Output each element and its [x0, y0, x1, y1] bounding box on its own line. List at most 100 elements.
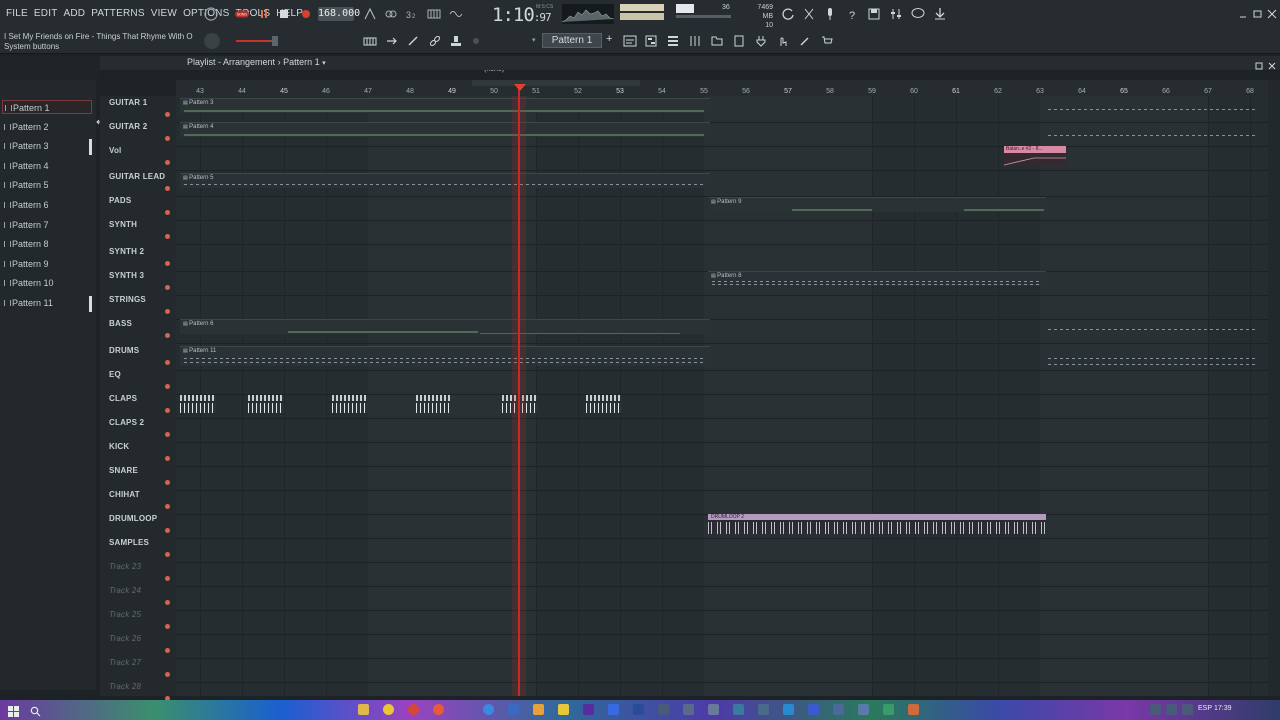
track-name[interactable]: DRUMLOOP	[109, 514, 157, 523]
track-mute-button[interactable]	[165, 624, 170, 629]
drums-tail-notes-2[interactable]	[1048, 364, 1258, 365]
microphone-icon[interactable]	[822, 6, 838, 22]
clipboard-icon[interactable]	[731, 33, 747, 49]
store-icon[interactable]	[508, 704, 519, 715]
chat-icon[interactable]	[910, 6, 926, 22]
picker-pattern-2[interactable]: Pattern 2	[2, 120, 92, 134]
guitar1-tail-notes[interactable]	[1048, 109, 1258, 110]
file-explorer-icon[interactable]	[358, 704, 369, 715]
bar-number[interactable]: 55	[700, 88, 708, 95]
track-name[interactable]: Track 26	[109, 634, 141, 643]
playhead-marker-icon[interactable]	[514, 84, 526, 91]
app-icon-11[interactable]	[633, 704, 644, 715]
clip-drums[interactable]: Pattern 11	[180, 346, 710, 366]
track-mute-button[interactable]	[165, 408, 170, 413]
pattern-selector[interactable]: Pattern 1	[542, 33, 602, 48]
pause-icon[interactable]	[256, 6, 272, 22]
track-mute-button[interactable]	[165, 234, 170, 239]
breadcrumb-dropdown-icon[interactable]: ▾	[322, 60, 326, 67]
link-icon[interactable]	[427, 33, 443, 49]
bar-number[interactable]: 47	[364, 88, 372, 95]
bar-number[interactable]: 58	[826, 88, 834, 95]
track-name[interactable]: Track 28	[109, 682, 141, 691]
app-icon-17[interactable]	[783, 704, 794, 715]
playlist-icon[interactable]	[622, 33, 638, 49]
cart-icon[interactable]	[819, 33, 835, 49]
picker-pattern-1[interactable]: Pattern 1	[2, 100, 92, 114]
menu-view[interactable]: VIEW	[151, 8, 177, 19]
edge-icon[interactable]	[483, 704, 494, 715]
track-name[interactable]: STRINGS	[109, 295, 146, 304]
track-mute-button[interactable]	[165, 504, 170, 509]
track-name[interactable]: PADS	[109, 196, 131, 205]
clip-guitar2[interactable]: Pattern 4	[180, 122, 710, 137]
stamp-icon[interactable]	[448, 33, 464, 49]
help-icon[interactable]: ?	[844, 6, 860, 22]
pencil-icon[interactable]	[405, 33, 421, 49]
chrome-icon[interactable]	[383, 704, 394, 715]
track-name[interactable]: SNARE	[109, 466, 138, 475]
track-name[interactable]: DRUMS	[109, 346, 139, 355]
track-name[interactable]: SYNTH 2	[109, 247, 144, 256]
track-mute-button[interactable]	[165, 480, 170, 485]
bar-number[interactable]: 57	[784, 88, 792, 95]
playlist-grid[interactable]: Pattern 3 Pattern 4 Balan..e #2 - 8... P…	[176, 96, 1268, 696]
app-icon-21[interactable]	[883, 704, 894, 715]
playhead[interactable]	[518, 86, 520, 696]
drums-tail-notes[interactable]	[1048, 358, 1258, 359]
tray-icon-1[interactable]	[1150, 704, 1161, 715]
automation-clip[interactable]: Balan..e #2 - 8...	[1004, 146, 1066, 166]
track-name[interactable]: SAMPLES	[109, 538, 149, 547]
browser-icon[interactable]	[709, 33, 725, 49]
bar-number[interactable]: 49	[448, 88, 456, 95]
app-icon-10[interactable]	[608, 704, 619, 715]
track-mute-button[interactable]	[165, 160, 170, 165]
track-mute-button[interactable]	[165, 552, 170, 557]
clip-guitar-lead[interactable]: Pattern 5	[180, 173, 710, 188]
stop-icon[interactable]	[276, 6, 292, 22]
app-icon-14[interactable]	[708, 704, 719, 715]
track-mute-button[interactable]	[165, 456, 170, 461]
picker-pattern-9[interactable]: Pattern 9	[2, 257, 92, 271]
track-name[interactable]: CLAPS	[109, 394, 137, 403]
bar-number[interactable]: 44	[238, 88, 246, 95]
clip-pads[interactable]: Pattern 9	[708, 197, 1046, 212]
wand-icon[interactable]	[797, 33, 813, 49]
menu-add[interactable]: ADD	[64, 8, 86, 19]
language-indicator[interactable]: ESP	[1198, 705, 1212, 712]
snap-circle-icon[interactable]	[468, 33, 484, 49]
piano-roll-icon[interactable]	[643, 33, 659, 49]
song-mode-button[interactable]: SONG	[232, 6, 252, 22]
app-icon-13[interactable]	[683, 704, 694, 715]
track-mute-button[interactable]	[165, 285, 170, 290]
track-name[interactable]: SYNTH 3	[109, 271, 144, 280]
clip-guitar1[interactable]: Pattern 3	[180, 98, 710, 113]
track-name[interactable]: Track 25	[109, 610, 141, 619]
step-edit-icon[interactable]	[426, 6, 442, 22]
bar-number[interactable]: 67	[1204, 88, 1212, 95]
bar-number[interactable]: 56	[742, 88, 750, 95]
app-icon-16[interactable]	[758, 704, 769, 715]
tempo-display[interactable]: 168.000	[318, 7, 360, 21]
menu-file[interactable]: FILE	[6, 8, 28, 19]
plugin-icon[interactable]	[753, 33, 769, 49]
app-icon-15[interactable]	[733, 704, 744, 715]
playlist-vertical-scrollbar[interactable]	[1268, 80, 1280, 696]
app-icon-19[interactable]	[833, 704, 844, 715]
app-icon-18[interactable]	[808, 704, 819, 715]
track-mute-button[interactable]	[165, 432, 170, 437]
download-icon[interactable]	[932, 6, 948, 22]
track-name[interactable]: GUITAR 1	[109, 98, 147, 107]
fl-studio-icon[interactable]	[533, 704, 544, 715]
countdown-icon[interactable]: 32	[404, 6, 420, 22]
picker-pattern-6[interactable]: Pattern 6	[2, 198, 92, 212]
bar-number[interactable]: 63	[1036, 88, 1044, 95]
bar-number[interactable]: 50	[490, 88, 498, 95]
menu-patterns[interactable]: PATTERNS	[91, 8, 144, 19]
bass-tail-notes[interactable]	[1048, 329, 1258, 330]
picker-pattern-7[interactable]: Pattern 7	[2, 218, 92, 232]
bar-number[interactable]: 62	[994, 88, 1002, 95]
clip-drumloop[interactable]: DRUMLOOP 2	[708, 514, 1046, 534]
clip-synth3[interactable]: Pattern 8	[708, 271, 1046, 286]
clip-bass[interactable]: Pattern 6	[180, 319, 710, 334]
